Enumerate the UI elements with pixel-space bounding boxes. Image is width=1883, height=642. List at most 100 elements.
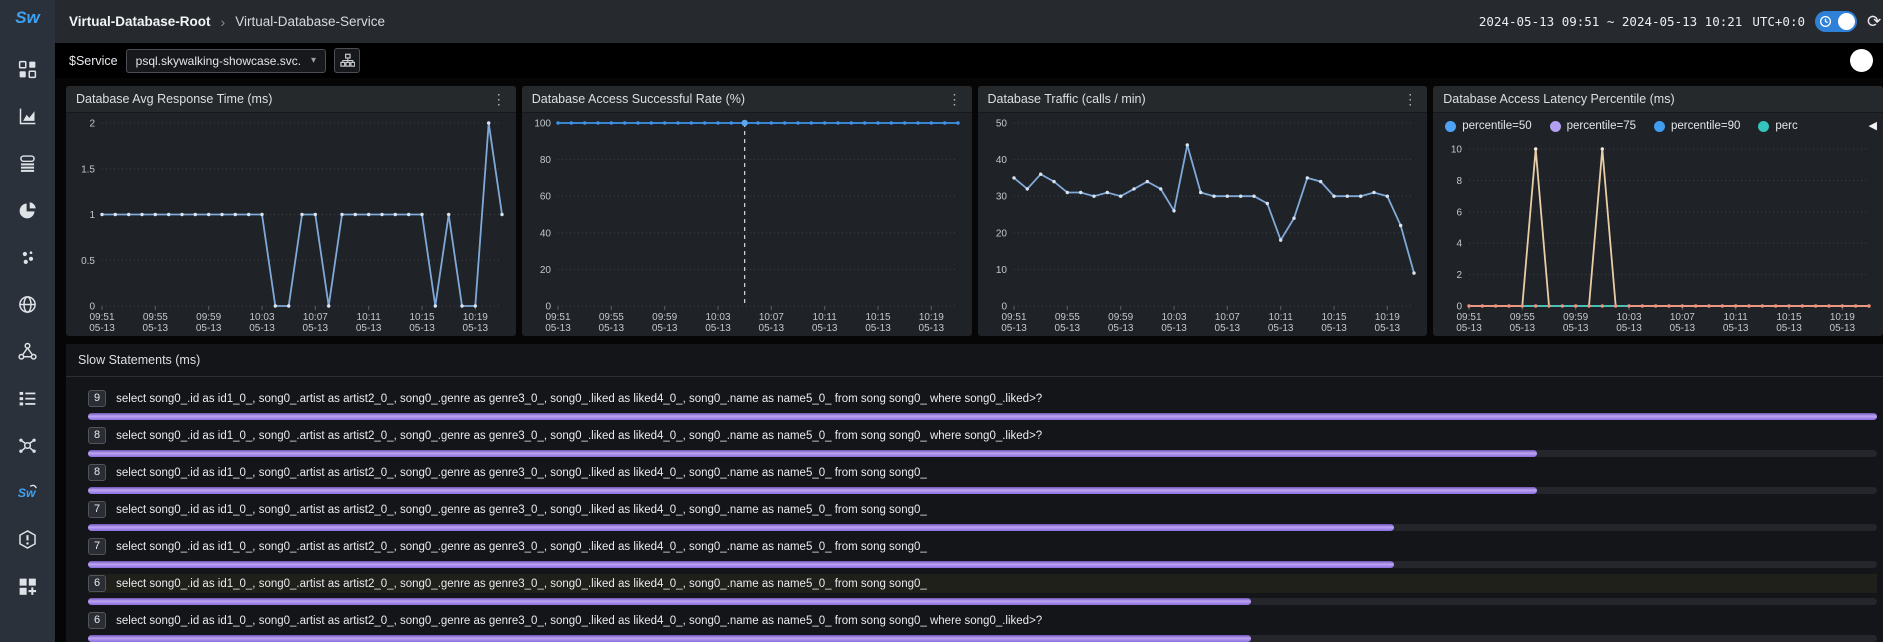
svg-text:10:03: 10:03 bbox=[1617, 312, 1642, 323]
sidebar-item-task-list[interactable] bbox=[0, 375, 55, 422]
legend-prev-icon[interactable]: ◀ bbox=[1865, 119, 1877, 132]
chart-svg: 21.510.5009:5105-1309:5505-1309:5905-131… bbox=[66, 113, 516, 336]
svg-text:05-13: 05-13 bbox=[1054, 323, 1080, 334]
sidebar-item-network-hub[interactable] bbox=[0, 422, 55, 469]
sidebar-item-globe[interactable] bbox=[0, 281, 55, 328]
slow-statement[interactable]: 6select song0_.id as id1_0_, song0_.arti… bbox=[88, 574, 1877, 593]
duration-badge: 8 bbox=[88, 464, 106, 481]
service-hierarchy-button[interactable] bbox=[334, 48, 360, 73]
legend-item-percentile=75[interactable]: percentile=75 bbox=[1550, 120, 1636, 132]
svg-text:0: 0 bbox=[89, 302, 95, 313]
kebab-menu-icon[interactable]: ⋮ bbox=[1403, 92, 1417, 106]
breadcrumb-current[interactable]: Virtual-Database-Service bbox=[235, 14, 385, 29]
database-stack-icon bbox=[17, 153, 38, 174]
duration-bar bbox=[88, 487, 1537, 494]
kebab-menu-icon[interactable]: ⋮ bbox=[948, 92, 962, 106]
auto-refresh-toggle[interactable] bbox=[1815, 11, 1857, 32]
svg-text:05-13: 05-13 bbox=[1161, 323, 1187, 334]
duration-bar-track bbox=[88, 524, 1877, 531]
bar-chart-icon bbox=[17, 106, 38, 127]
slow-statement[interactable]: 8select song0_.id as id1_0_, song0_.arti… bbox=[88, 426, 1877, 445]
svg-text:09:51: 09:51 bbox=[1001, 312, 1026, 323]
svg-text:10:11: 10:11 bbox=[1724, 312, 1749, 323]
slow-statement-row: 7select song0_.id as id1_0_, song0_.arti… bbox=[88, 500, 1877, 531]
svg-text:10:03: 10:03 bbox=[249, 312, 274, 323]
svg-text:05-13: 05-13 bbox=[249, 323, 275, 334]
avg-response-time-chart[interactable]: 21.510.5009:5105-1309:5505-1309:5905-131… bbox=[66, 113, 516, 336]
traffic-chart[interactable]: 5040302010009:5105-1309:5505-1309:5905-1… bbox=[978, 113, 1428, 336]
hierarchy-icon bbox=[340, 53, 355, 68]
duration-badge: 6 bbox=[88, 612, 106, 629]
duration-bar-track bbox=[88, 561, 1877, 568]
legend-item-percentile=50[interactable]: percentile=50 bbox=[1445, 120, 1531, 132]
svg-text:09:59: 09:59 bbox=[1108, 312, 1133, 323]
sidebar-item-bar-chart[interactable] bbox=[0, 93, 55, 140]
sql-text: select song0_.id as id1_0_, song0_.artis… bbox=[116, 578, 927, 590]
breadcrumb-separator-icon: › bbox=[221, 14, 226, 30]
sidebar-item-pie-chart[interactable] bbox=[0, 187, 55, 234]
svg-text:100: 100 bbox=[534, 119, 551, 130]
svg-text:05-13: 05-13 bbox=[1830, 323, 1856, 334]
scatter-dots-icon bbox=[17, 247, 38, 268]
skywalking-logo[interactable]: Sw bbox=[15, 8, 40, 28]
chart-title: Database Traffic (calls / min) bbox=[988, 92, 1146, 106]
chart-title: Database Access Successful Rate (%) bbox=[532, 92, 745, 106]
slow-statement[interactable]: 7select song0_.id as id1_0_, song0_.arti… bbox=[88, 537, 1877, 556]
svg-text:05-13: 05-13 bbox=[1776, 323, 1802, 334]
sidebar-item-alert-hexagon[interactable] bbox=[0, 516, 55, 563]
slow-statement[interactable]: 8select song0_.id as id1_0_, song0_.arti… bbox=[88, 463, 1877, 482]
time-range[interactable]: 2024-05-13 09:51 ~ 2024-05-13 10:21 bbox=[1479, 14, 1742, 29]
task-list-icon bbox=[17, 388, 38, 409]
sidebar-nav: Sw bbox=[0, 46, 55, 610]
svg-text:05-13: 05-13 bbox=[1374, 323, 1400, 334]
svg-text:10:15: 10:15 bbox=[1321, 312, 1346, 323]
help-button[interactable] bbox=[1850, 49, 1873, 72]
clock-icon bbox=[1819, 15, 1832, 28]
successful-rate-chart[interactable]: 10080604020009:5105-1309:5505-1309:5905-… bbox=[522, 113, 972, 336]
slow-statement-row: 8select song0_.id as id1_0_, song0_.arti… bbox=[88, 426, 1877, 457]
legend-item-perc[interactable]: perc bbox=[1758, 120, 1797, 132]
legend-dot-icon bbox=[1445, 121, 1456, 132]
legend-dot-icon bbox=[1550, 121, 1561, 132]
sql-text: select song0_.id as id1_0_, song0_.artis… bbox=[116, 541, 927, 553]
breadcrumb-root[interactable]: Virtual-Database-Root bbox=[69, 14, 211, 29]
svg-text:0: 0 bbox=[1001, 302, 1007, 313]
svg-text:05-13: 05-13 bbox=[1267, 323, 1293, 334]
sidebar-item-topology-nodes[interactable] bbox=[0, 328, 55, 375]
svg-text:10:07: 10:07 bbox=[759, 312, 784, 323]
kebab-menu-icon[interactable]: ⋮ bbox=[492, 92, 506, 106]
legend-item-percentile=90[interactable]: percentile=90 bbox=[1654, 120, 1740, 132]
service-toolbar: $Service psql.skywalking-showcase.svc. ▾ bbox=[55, 43, 1883, 78]
svg-text:30: 30 bbox=[995, 192, 1007, 203]
svg-text:10:11: 10:11 bbox=[1268, 312, 1293, 323]
svg-text:10:19: 10:19 bbox=[1830, 312, 1855, 323]
sidebar-item-grid-plus[interactable] bbox=[0, 563, 55, 610]
refresh-icon[interactable]: ⟳ bbox=[1867, 12, 1883, 32]
toggle-knob bbox=[1838, 13, 1855, 30]
sidebar-item-skywalking-active[interactable]: Sw bbox=[0, 469, 55, 516]
sidebar-item-scatter-dots[interactable] bbox=[0, 234, 55, 281]
slow-statement[interactable]: 9select song0_.id as id1_0_, song0_.arti… bbox=[88, 389, 1877, 408]
latency-percentile-chart[interactable]: 108642009:5105-1309:5505-1309:5905-1310:… bbox=[1433, 139, 1883, 336]
sql-text: select song0_.id as id1_0_, song0_.artis… bbox=[116, 615, 1042, 627]
svg-text:10:07: 10:07 bbox=[1214, 312, 1239, 323]
slow-statement[interactable]: 6 select song0_.id as id1_0_, song0_.arti… bbox=[88, 611, 1877, 630]
chart-svg: 108642009:5105-1309:5505-1309:5905-1310:… bbox=[1433, 139, 1883, 336]
sidebar-item-database-stack[interactable] bbox=[0, 140, 55, 187]
svg-text:10:15: 10:15 bbox=[1777, 312, 1802, 323]
svg-text:05-13: 05-13 bbox=[1670, 323, 1696, 334]
alert-hexagon-icon bbox=[17, 529, 38, 550]
panel-latency-percentile: Database Access Latency Percentile (ms) … bbox=[1433, 86, 1883, 336]
slow-statement[interactable]: 7select song0_.id as id1_0_, song0_.arti… bbox=[88, 500, 1877, 519]
duration-bar-track bbox=[88, 598, 1877, 605]
sidebar: Sw Sw bbox=[0, 0, 55, 642]
legend-dot-icon bbox=[1758, 121, 1769, 132]
svg-text:10:03: 10:03 bbox=[1161, 312, 1186, 323]
service-select[interactable]: psql.skywalking-showcase.svc. ▾ bbox=[126, 49, 326, 73]
svg-text:05-13: 05-13 bbox=[143, 323, 169, 334]
sidebar-item-dashboard-grid[interactable] bbox=[0, 46, 55, 93]
svg-text:10: 10 bbox=[1451, 145, 1463, 156]
svg-text:8: 8 bbox=[1457, 176, 1463, 187]
duration-bar bbox=[88, 635, 1251, 642]
chart-title: Database Avg Response Time (ms) bbox=[76, 92, 272, 106]
